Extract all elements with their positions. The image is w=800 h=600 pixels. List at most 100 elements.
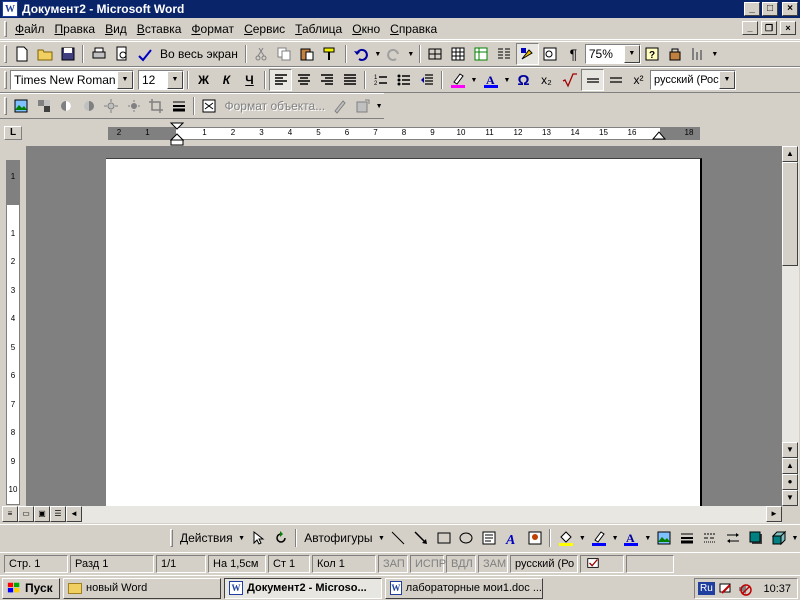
highlight-dropdown-icon[interactable]: ▼ <box>469 77 479 84</box>
format-object-button[interactable]: Формат объекта... <box>220 99 329 113</box>
set-transparent-color-icon[interactable] <box>329 95 352 117</box>
language-indicator[interactable]: Ru <box>698 582 715 595</box>
web-view-icon[interactable]: ▭ <box>18 506 34 522</box>
toolbar-grip[interactable] <box>4 71 7 89</box>
shadow-icon[interactable] <box>744 527 767 549</box>
document-map-icon[interactable] <box>539 43 562 65</box>
toolbar-grip[interactable] <box>4 45 7 63</box>
scroll-right-icon[interactable]: ► <box>766 506 782 522</box>
chevron-down-icon[interactable]: ▼ <box>167 71 183 89</box>
arrow-tool-icon[interactable] <box>409 527 432 549</box>
document-page[interactable] <box>106 158 702 506</box>
drawing-icon[interactable] <box>515 43 539 65</box>
task-button-document2[interactable]: W Документ2 - Microso... <box>224 577 382 599</box>
font-select[interactable]: Times New Roman ▼ <box>10 70 134 90</box>
font-color-dropdown-icon[interactable]: ▼ <box>502 77 512 84</box>
autoshapes-menu[interactable]: Автофигуры <box>300 531 376 545</box>
less-contrast-icon[interactable] <box>77 95 100 117</box>
actions-menu[interactable]: Действия <box>176 531 237 545</box>
select-objects-icon[interactable] <box>247 527 270 549</box>
paste-icon[interactable] <box>296 43 319 65</box>
tab-selector[interactable]: L <box>4 126 22 140</box>
menu-file[interactable]: Файл <box>11 20 51 38</box>
3d-icon[interactable] <box>767 527 790 549</box>
highlight-icon[interactable] <box>446 69 469 91</box>
reset-picture-icon[interactable] <box>352 95 375 117</box>
dash-style-icon[interactable] <box>699 527 722 549</box>
language-select[interactable]: русский (Росс ▼ <box>650 70 736 90</box>
draw-font-color-dropdown-icon[interactable]: ▼ <box>643 535 653 542</box>
insert-excel-icon[interactable] <box>470 43 493 65</box>
more-brightness-icon[interactable] <box>100 95 123 117</box>
fill-color-icon[interactable] <box>554 527 577 549</box>
chevron-down-icon[interactable]: ▼ <box>719 71 735 89</box>
text-box-icon[interactable] <box>478 527 501 549</box>
line-icon[interactable] <box>604 69 627 91</box>
bold-button[interactable]: Ж <box>192 69 215 91</box>
toolbar-grip[interactable] <box>170 529 173 547</box>
first-line-indent-marker[interactable] <box>170 122 184 146</box>
redo-icon[interactable] <box>383 43 406 65</box>
equation-icon[interactable] <box>558 69 581 91</box>
superscript-button[interactable]: x² <box>627 69 650 91</box>
drawing-toolbar-options-icon[interactable]: ▼ <box>790 535 800 542</box>
next-page-icon[interactable]: ▼ <box>782 490 798 506</box>
tables-borders-icon[interactable] <box>424 43 447 65</box>
menu-view[interactable]: Вид <box>101 20 133 38</box>
insert-image-icon[interactable] <box>653 527 676 549</box>
less-brightness-icon[interactable] <box>122 95 145 117</box>
align-right-icon[interactable] <box>315 69 338 91</box>
font-size-select[interactable]: 12 ▼ <box>138 70 184 90</box>
redo-dropdown-icon[interactable]: ▼ <box>406 51 416 58</box>
menu-help[interactable]: Справка <box>386 20 443 38</box>
close-button[interactable]: × <box>782 2 798 16</box>
rectangle-tool-icon[interactable] <box>432 527 455 549</box>
line-color-icon[interactable] <box>587 527 610 549</box>
picture-toolbar-options-icon[interactable]: ▼ <box>374 103 384 110</box>
free-rotate-icon[interactable] <box>269 527 292 549</box>
status-overtype[interactable]: ЗАМ <box>478 554 508 573</box>
numbering-icon[interactable]: 12 <box>369 69 392 91</box>
underline-button[interactable]: Ч <box>238 69 261 91</box>
toolbar-grip[interactable] <box>4 97 7 115</box>
menu-format[interactable]: Формат <box>187 20 240 38</box>
network-icon[interactable] <box>718 581 734 597</box>
subscript-button[interactable]: x₂ <box>535 69 558 91</box>
start-button[interactable]: Пуск <box>2 577 60 599</box>
font-color-icon[interactable]: A <box>479 69 502 91</box>
arrow-style-icon[interactable] <box>721 527 744 549</box>
print-preview-icon[interactable] <box>110 43 133 65</box>
right-indent-marker[interactable] <box>652 128 666 140</box>
vertical-ruler[interactable] <box>6 160 20 505</box>
word-app-icon[interactable]: W <box>2 1 18 17</box>
new-document-icon[interactable] <box>10 43 33 65</box>
line-style-icon[interactable] <box>167 95 190 117</box>
menu-window[interactable]: Окно <box>348 20 386 38</box>
browse-object-icon[interactable]: ● <box>782 474 798 490</box>
format-painter-icon[interactable] <box>319 43 342 65</box>
spelling-icon[interactable] <box>133 43 156 65</box>
crop-icon[interactable] <box>145 95 168 117</box>
menu-table[interactable]: Таблица <box>291 20 348 38</box>
status-language[interactable]: русский (Ро <box>510 554 578 573</box>
line-color-dropdown-icon[interactable]: ▼ <box>610 535 620 542</box>
scroll-left-icon[interactable]: ◄ <box>66 506 82 522</box>
double-line-icon[interactable] <box>581 69 604 91</box>
wordart-icon[interactable]: A <box>501 527 524 549</box>
task-button-lab-doc[interactable]: W лабораторные мои1.doc ... <box>385 577 543 599</box>
clock[interactable]: 10:37 <box>763 583 797 595</box>
symbol-button[interactable]: Ω <box>512 69 535 91</box>
scroll-up-icon[interactable]: ▲ <box>782 146 798 162</box>
task-button-folder[interactable]: новый Word <box>63 577 221 599</box>
image-control-icon[interactable] <box>32 95 55 117</box>
normal-view-icon[interactable]: ≡ <box>2 506 18 522</box>
decrease-indent-icon[interactable] <box>415 69 438 91</box>
clipart-icon[interactable] <box>524 527 547 549</box>
doc-minimize-button[interactable]: _ <box>742 21 758 35</box>
more-tools-icon[interactable] <box>687 43 710 65</box>
columns-icon[interactable] <box>493 43 516 65</box>
line-tool-icon[interactable] <box>386 527 409 549</box>
menu-insert[interactable]: Вставка <box>133 20 188 38</box>
text-wrapping-icon[interactable] <box>198 95 221 117</box>
undo-dropdown-icon[interactable]: ▼ <box>373 51 383 58</box>
